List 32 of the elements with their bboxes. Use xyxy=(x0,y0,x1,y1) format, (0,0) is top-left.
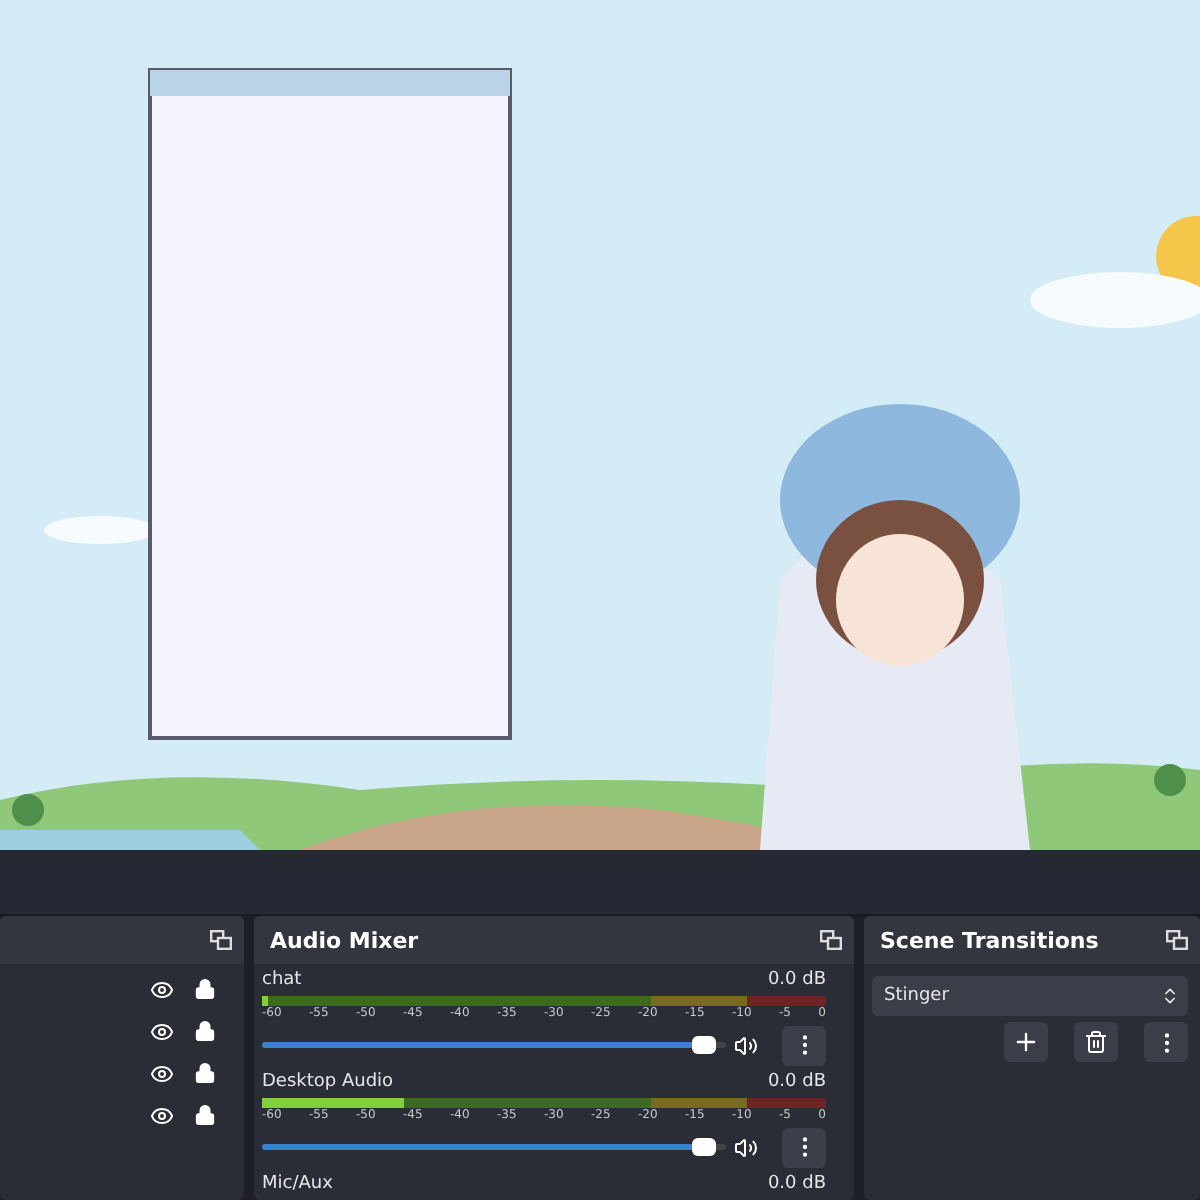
delete-button[interactable] xyxy=(1074,1022,1118,1062)
menu-button[interactable] xyxy=(782,1127,826,1167)
volume-reading: 0.0 dB xyxy=(767,970,826,990)
volume-slider[interactable] xyxy=(262,1042,726,1048)
transition-select[interactable]: Stinger xyxy=(872,976,1188,1016)
speaker-icon[interactable] xyxy=(734,1135,758,1159)
add-button[interactable] xyxy=(1004,1022,1048,1062)
menu-button[interactable] xyxy=(1144,1022,1188,1062)
undock-icon[interactable] xyxy=(210,930,232,950)
panel-title: Scene Transitions xyxy=(880,927,1099,953)
lock-icon[interactable] xyxy=(194,1062,216,1084)
plus-icon xyxy=(1012,1028,1040,1056)
speaker-icon[interactable] xyxy=(734,1033,758,1057)
trash-icon xyxy=(1084,1030,1108,1054)
chevron-icon xyxy=(1160,986,1180,1006)
volume-slider[interactable] xyxy=(262,1144,726,1150)
eye-icon[interactable] xyxy=(150,977,174,1001)
undock-icon[interactable] xyxy=(1166,930,1188,950)
lock-icon[interactable] xyxy=(194,978,216,1000)
panel-title: Audio Mixer xyxy=(270,927,419,953)
menu-button[interactable] xyxy=(782,1025,826,1065)
volume-reading: 0.0 dB xyxy=(767,1174,826,1194)
undock-icon[interactable] xyxy=(820,930,842,950)
lock-icon[interactable] xyxy=(194,1104,216,1126)
eye-icon[interactable] xyxy=(150,1061,174,1085)
channel-name: chat xyxy=(262,970,302,990)
eye-icon[interactable] xyxy=(150,1019,174,1043)
lock-icon[interactable] xyxy=(194,1020,216,1042)
channel-name: Mic/Aux xyxy=(262,1174,333,1194)
eye-icon[interactable] xyxy=(150,1103,174,1127)
volume-reading: 0.0 dB xyxy=(767,1072,826,1092)
channel-name: Desktop Audio xyxy=(262,1072,394,1092)
